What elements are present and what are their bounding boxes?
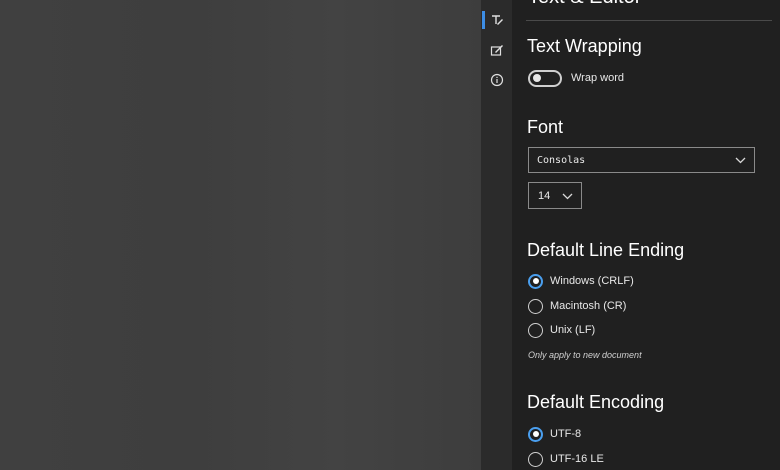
info-icon (490, 73, 503, 87)
line-ending-mac-option[interactable]: Macintosh (CR) (528, 297, 626, 315)
line-ending-windows-option[interactable]: Windows (CRLF) (528, 272, 634, 290)
radio-label: Windows (CRLF) (550, 275, 634, 287)
wrap-word-label: Wrap word (571, 72, 624, 84)
wrap-word-setting: Wrap word (528, 68, 624, 88)
editor-text-area[interactable] (0, 0, 481, 470)
font-family-select[interactable]: Consolas (528, 147, 755, 173)
font-family-value: Consolas (537, 154, 586, 166)
font-size-select[interactable]: 14 (528, 182, 582, 209)
toggle-knob (533, 74, 541, 82)
radio-button[interactable] (528, 322, 543, 338)
settings-panel: Text & Editor Text Wrapping Wrap word Fo… (512, 0, 780, 470)
radio-button[interactable] (528, 451, 543, 467)
line-ending-note: Only apply to new document (528, 350, 642, 360)
radio-label: UTF-16 LE (550, 453, 604, 465)
text-wrapping-heading: Text Wrapping (527, 36, 642, 56)
settings-nav-rail (481, 0, 512, 470)
encoding-heading: Default Encoding (527, 392, 665, 412)
radio-button[interactable] (528, 273, 543, 289)
encoding-utf16le-option[interactable]: UTF-16 LE (528, 450, 604, 468)
title-divider (526, 20, 772, 21)
chevron-down-icon (735, 157, 746, 164)
font-size-value: 14 (538, 189, 551, 202)
line-ending-heading: Default Line Ending (527, 240, 685, 260)
radio-button[interactable] (528, 298, 543, 314)
radio-button[interactable] (528, 426, 543, 442)
nav-personalize-button[interactable] (481, 36, 512, 64)
edit-personalize-icon (490, 45, 503, 56)
chevron-down-icon (562, 193, 573, 199)
radio-label: Macintosh (CR) (550, 300, 627, 312)
text-editor-icon (491, 15, 503, 25)
nav-about-button[interactable] (481, 66, 512, 94)
radio-label: UTF-8 (550, 428, 582, 440)
encoding-utf8-option[interactable]: UTF-8 (528, 425, 581, 443)
page-title: Text & Editor (528, 0, 641, 9)
wrap-word-toggle[interactable] (528, 69, 562, 87)
radio-label: Unix (LF) (550, 324, 596, 336)
nav-text-editor-button[interactable] (481, 6, 512, 34)
font-heading: Font (527, 117, 564, 137)
line-ending-unix-option[interactable]: Unix (LF) (528, 321, 595, 339)
